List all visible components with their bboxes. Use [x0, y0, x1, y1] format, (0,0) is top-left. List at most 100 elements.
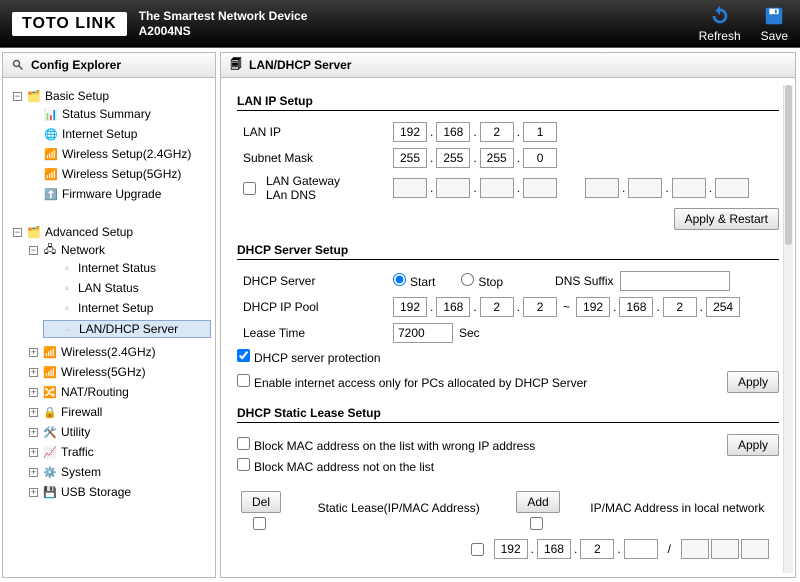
tree-item[interactable]: 📶Wireless Setup(2.4GHz) [27, 146, 211, 162]
dhcp-pool-label: DHCP IP Pool [237, 300, 387, 314]
tree-label: Advanced Setup [45, 225, 133, 239]
tree-item[interactable]: +📶Wireless(2.4GHz) [27, 344, 211, 360]
del-button[interactable]: Del [241, 491, 281, 513]
ip-octet[interactable] [436, 297, 470, 317]
ip-octet[interactable] [537, 539, 571, 559]
lease-input[interactable] [393, 323, 453, 343]
ip-octet[interactable] [619, 297, 653, 317]
lan-gateway-label: LAN Gateway LAn DNS [266, 174, 340, 202]
dhcp-pool-from[interactable]: ... [393, 297, 557, 317]
dhcp-only-checkbox[interactable]: Enable internet access only for PCs allo… [237, 374, 587, 390]
dns-suffix-label: DNS Suffix [555, 274, 613, 288]
scrollbar[interactable] [783, 85, 793, 573]
collapse-icon[interactable]: − [13, 228, 22, 237]
tree-item[interactable]: +📈Traffic [27, 444, 211, 460]
ip-octet[interactable] [523, 148, 557, 168]
dhcp-protection-checkbox[interactable]: DHCP server protection [237, 349, 381, 365]
tree-label: Firmware Upgrade [62, 187, 161, 201]
tree-item[interactable]: 📊Status Summary [27, 106, 211, 122]
static-col1: Static Lease(IP/MAC Address) [301, 491, 496, 515]
dhcp-start-radio[interactable]: Start [393, 273, 435, 289]
tree-item[interactable]: ▫️Internet Status [43, 260, 211, 276]
ip-octet[interactable] [576, 297, 610, 317]
dhcp-pool-to[interactable]: ... [576, 297, 740, 317]
item-icon: 🔒 [43, 405, 57, 419]
ip-octet[interactable] [480, 122, 514, 142]
ip-octet[interactable] [393, 297, 427, 317]
page-icon: ▫️ [60, 301, 74, 315]
ip-octet[interactable] [494, 539, 528, 559]
block-not-checkbox[interactable]: Block MAC address not on the list [237, 458, 434, 474]
tree-label: Wireless(5GHz) [61, 365, 146, 379]
tree-advanced-setup[interactable]: −🗂️Advanced Setup [11, 224, 211, 240]
expand-icon[interactable]: + [29, 448, 38, 457]
expand-icon[interactable]: + [29, 408, 38, 417]
item-icon: 📶 [44, 147, 58, 161]
expand-icon[interactable]: + [29, 488, 38, 497]
lan-gateway-input[interactable]: ... [393, 178, 557, 198]
save-button[interactable]: Save [761, 5, 788, 43]
ip-octet[interactable] [480, 297, 514, 317]
ip-octet[interactable] [663, 297, 697, 317]
tree-item[interactable]: ⬆️Firmware Upgrade [27, 186, 211, 202]
lan-gateway-checkbox[interactable] [243, 182, 256, 195]
tree-item[interactable]: +📶Wireless(5GHz) [27, 364, 211, 380]
tree-network[interactable]: −🖧Network [27, 242, 211, 258]
lan-dns-input[interactable]: ... [585, 178, 749, 198]
ip-octet[interactable] [523, 122, 557, 142]
refresh-button[interactable]: Refresh [699, 5, 741, 43]
ip-octet[interactable] [436, 148, 470, 168]
add-button[interactable]: Add [516, 491, 559, 513]
refresh-label: Refresh [699, 29, 741, 43]
ip-octet[interactable] [580, 539, 614, 559]
expand-icon[interactable]: + [29, 468, 38, 477]
expand-icon[interactable]: + [29, 388, 38, 397]
row-checkbox[interactable] [471, 543, 484, 556]
tree-item[interactable]: +⚙️System [27, 464, 211, 480]
static-apply-button[interactable]: Apply [727, 434, 779, 456]
dhcp-apply-button[interactable]: Apply [727, 371, 779, 393]
ip-octet[interactable] [393, 122, 427, 142]
dhcp-stop-radio[interactable]: Stop [461, 273, 503, 289]
row-ip-input[interactable]: ... [494, 539, 658, 559]
collapse-icon[interactable]: − [29, 246, 38, 255]
tree-item[interactable]: 🌐Internet Setup [27, 126, 211, 142]
expand-icon[interactable]: + [29, 428, 38, 437]
expand-icon[interactable]: + [29, 348, 38, 357]
del-all-checkbox[interactable] [253, 517, 266, 530]
tree-item[interactable]: ▫️LAN/DHCP Server [43, 320, 211, 338]
item-icon: 🌐 [44, 127, 58, 141]
block-wrong-checkbox[interactable]: Block MAC address on the list with wrong… [237, 437, 535, 453]
page-icon: 🗐 [229, 58, 243, 72]
expand-icon[interactable]: + [29, 368, 38, 377]
tree-label: Internet Setup [78, 301, 153, 315]
sidebar-header: Config Explorer [3, 53, 215, 78]
config-explorer: Config Explorer −🗂️Basic Setup 📊Status S… [2, 52, 216, 578]
ip-octet[interactable] [624, 539, 658, 559]
tree-item[interactable]: ▫️ Internet Setup [43, 300, 211, 316]
page-icon: ▫️ [61, 322, 75, 336]
tree-item[interactable]: +🛠️Utility [27, 424, 211, 440]
tree-item[interactable]: +🔒Firewall [27, 404, 211, 420]
collapse-icon[interactable]: − [13, 92, 22, 101]
ip-octet[interactable] [706, 297, 740, 317]
ip-octet[interactable] [480, 148, 514, 168]
tree-label: System [61, 465, 101, 479]
add-all-checkbox[interactable] [530, 517, 543, 530]
page-title: LAN/DHCP Server [249, 58, 351, 72]
ip-octet[interactable] [436, 122, 470, 142]
subnet-input[interactable]: ... [393, 148, 557, 168]
tree-basic-setup[interactable]: −🗂️Basic Setup [11, 88, 211, 104]
tree-label: Internet Status [78, 261, 156, 275]
row-mac-input[interactable] [681, 539, 769, 559]
ip-octet[interactable] [393, 148, 427, 168]
tree-item[interactable]: 📶Wireless Setup(5GHz) [27, 166, 211, 182]
tree-item[interactable]: ▫️LAN Status [43, 280, 211, 296]
tree-item[interactable]: +💾USB Storage [27, 484, 211, 500]
dns-suffix-input[interactable] [620, 271, 730, 291]
apply-restart-button[interactable]: Apply & Restart [674, 208, 779, 230]
lan-ip-input[interactable]: ... [393, 122, 557, 142]
ip-octet[interactable] [523, 297, 557, 317]
tree-item[interactable]: +🔀NAT/Routing [27, 384, 211, 400]
folder-icon: 🗂️ [27, 89, 41, 103]
